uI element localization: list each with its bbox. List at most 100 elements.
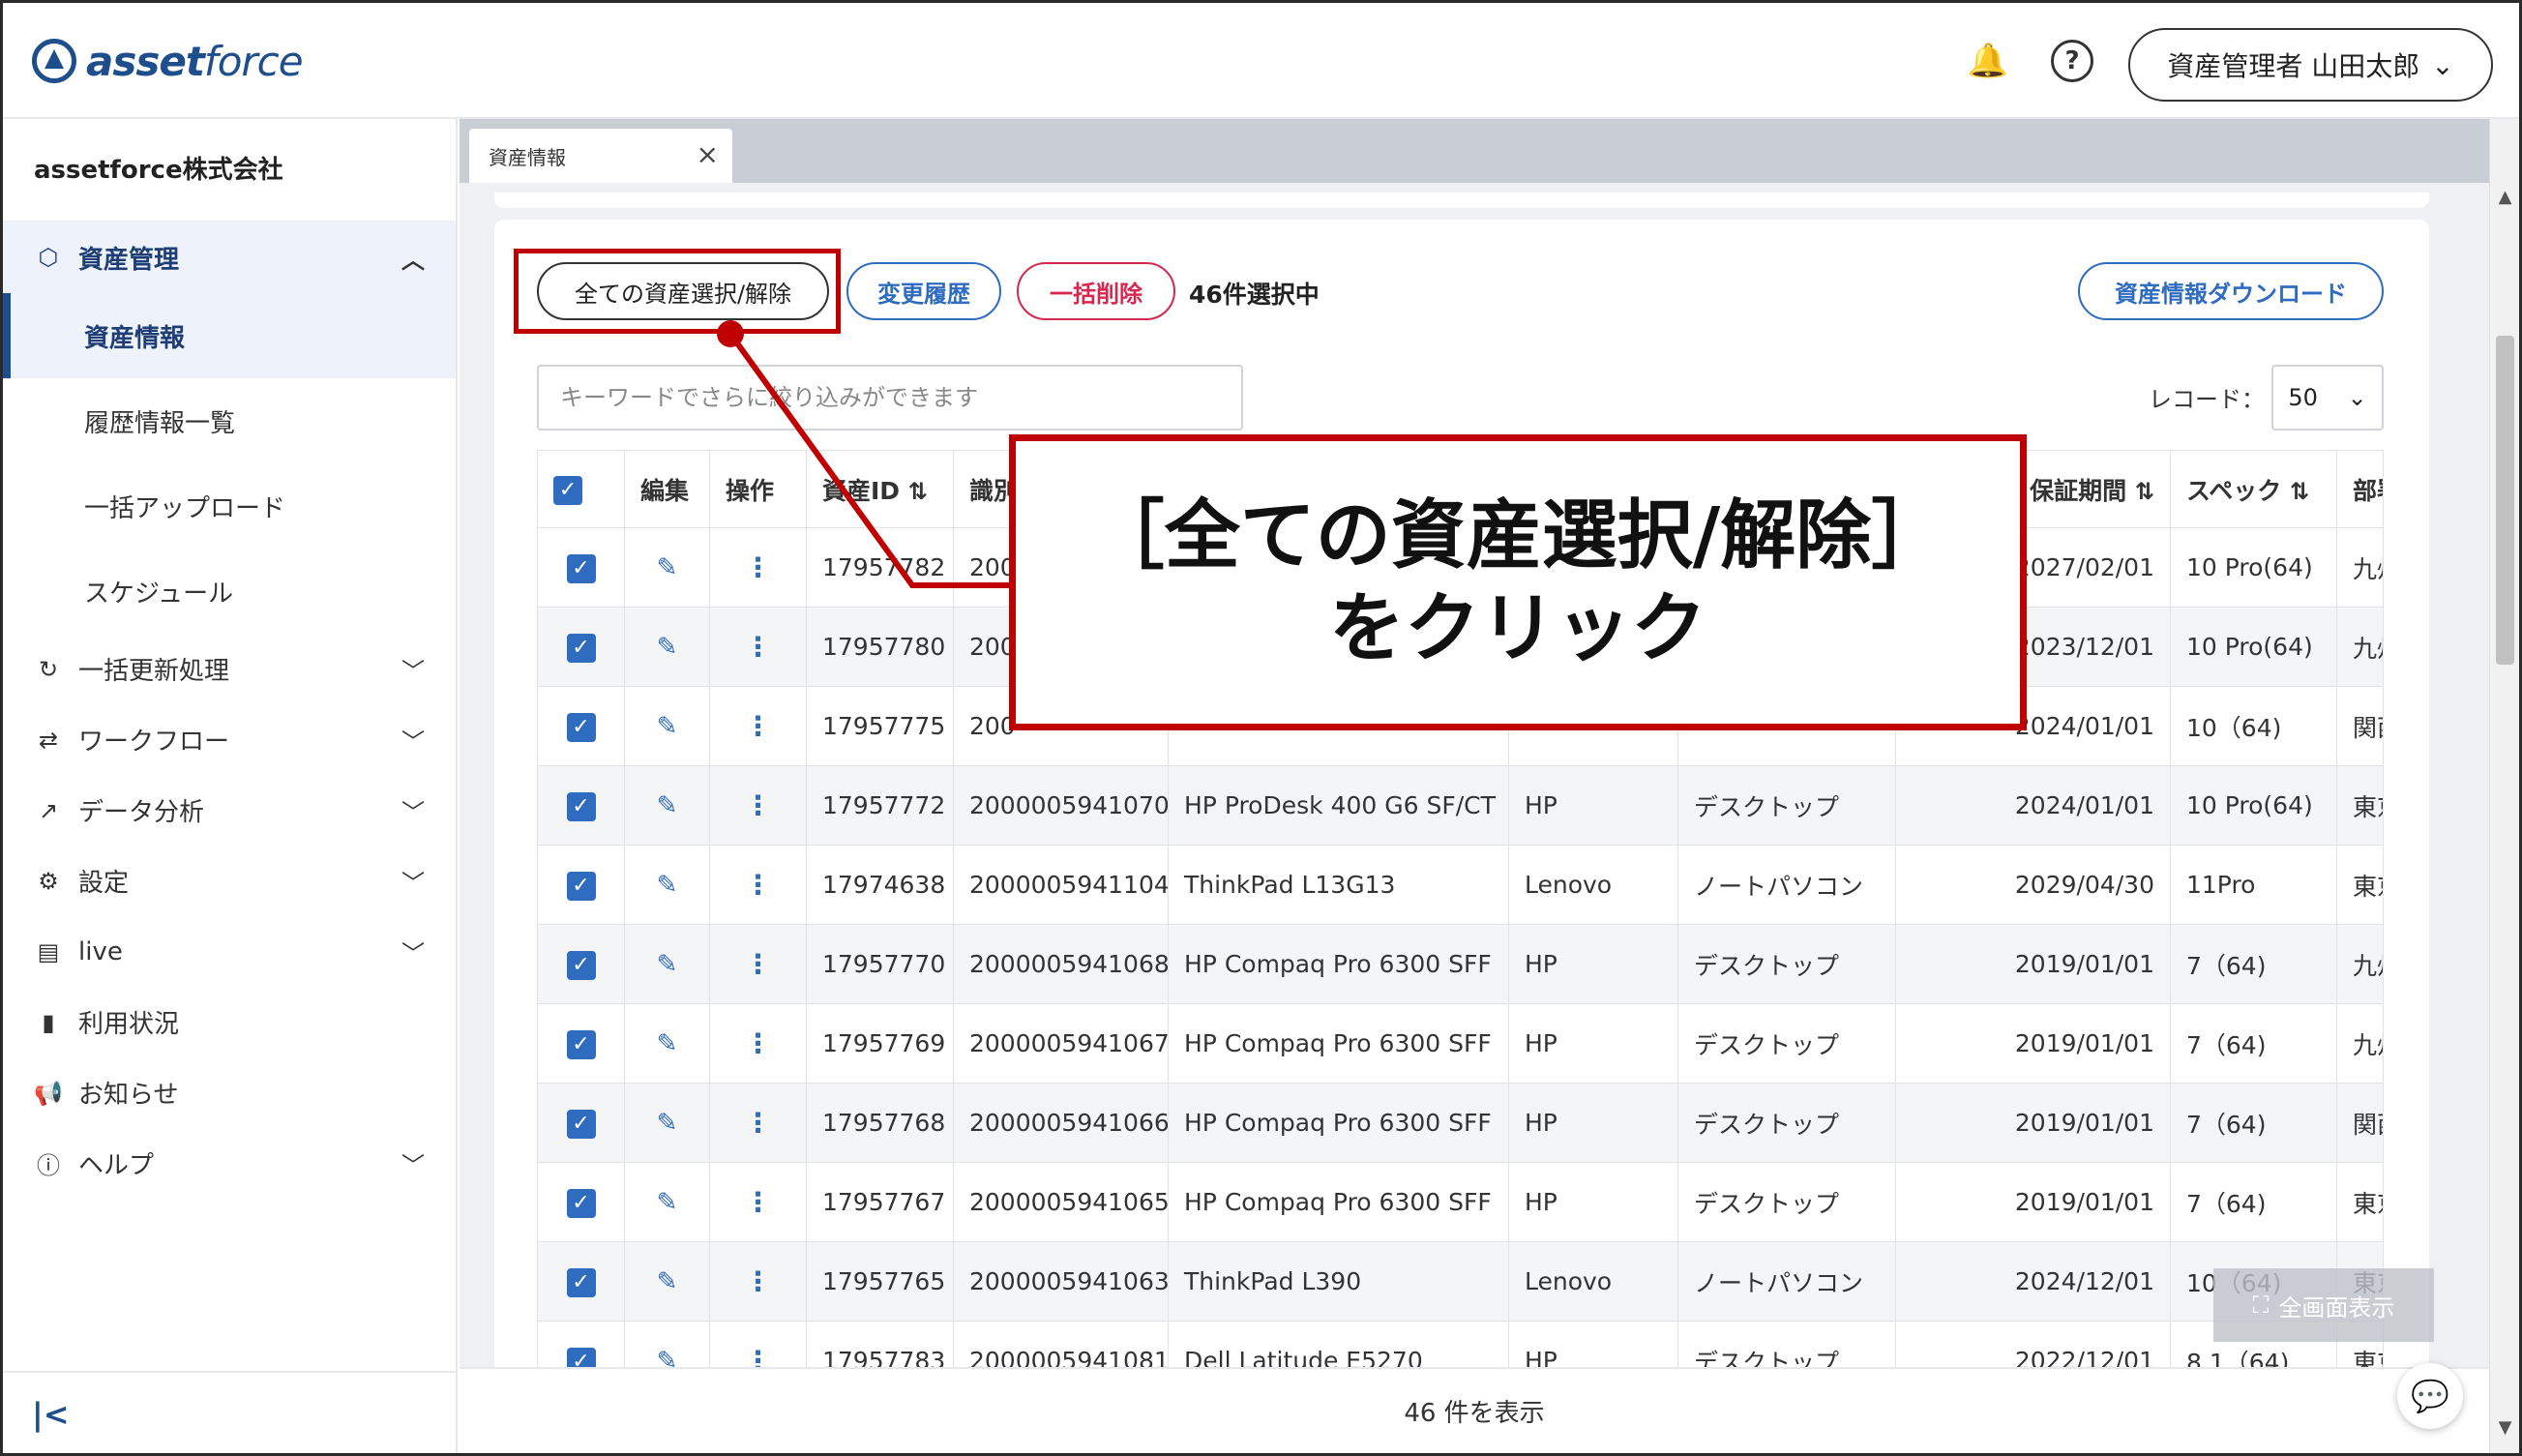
sort-icon: ⇅: [2289, 477, 2310, 505]
more-options-icon[interactable]: ⋮: [709, 845, 807, 925]
cell-department: 東京: [2336, 845, 2384, 925]
edit-icon[interactable]: ✎: [624, 527, 710, 608]
download-button[interactable]: 資産情報ダウンロード: [2078, 262, 2384, 320]
cell-model: ThinkPad L390: [1168, 1241, 1509, 1322]
sidebar-group-bulk-update[interactable]: ↻ 一括更新処理 ﹀: [3, 634, 456, 704]
edit-icon[interactable]: ✎: [624, 607, 710, 687]
user-menu-button[interactable]: 資産管理者 山田太郎 ⌄: [2128, 28, 2493, 102]
more-options-icon[interactable]: ⋮: [709, 1162, 807, 1242]
scrollbar-thumb[interactable]: [2496, 336, 2514, 665]
cell-warranty: 2019/01/01: [1895, 924, 2171, 1004]
cell-department: 関西: [2336, 1083, 2384, 1163]
tab-asset-info[interactable]: 資産情報 ×: [469, 129, 732, 183]
cell-spec: 11Pro: [2170, 845, 2337, 925]
cell-warranty: 2024/01/01: [1895, 765, 2171, 846]
annotation-callout: ［全ての資産選択/解除］ をクリック: [1009, 434, 2027, 730]
header-checkbox[interactable]: ✓: [537, 450, 625, 528]
cell-identifier: 2000005941067: [953, 1003, 1169, 1084]
row-checkbox[interactable]: ✓: [537, 845, 625, 925]
row-checkbox[interactable]: ✓: [537, 686, 625, 766]
more-options-icon[interactable]: ⋮: [709, 1083, 807, 1163]
row-checkbox[interactable]: ✓: [537, 924, 625, 1004]
more-options-icon[interactable]: ⋮: [709, 686, 807, 766]
company-name: assetforce株式会社: [3, 119, 456, 222]
top-header: assetforce 🔔 ? 資産管理者 山田太郎 ⌄: [3, 3, 2519, 119]
more-options-icon[interactable]: ⋮: [709, 527, 807, 608]
cell-category: ノートパソコン: [1677, 1241, 1896, 1322]
row-checkbox[interactable]: ✓: [537, 607, 625, 687]
more-options-icon[interactable]: ⋮: [709, 765, 807, 846]
row-checkbox[interactable]: ✓: [537, 527, 625, 608]
cell-maker: HP: [1508, 1162, 1678, 1242]
sidebar-item-usage[interactable]: ▮ 利用状況: [3, 987, 456, 1057]
edit-icon[interactable]: ✎: [624, 924, 710, 1004]
logo[interactable]: assetforce: [32, 32, 304, 90]
sidebar-item-asset-info[interactable]: 資産情報: [3, 293, 456, 378]
sidebar-group-help[interactable]: ⓘ ヘルプ ﹀: [3, 1128, 456, 1199]
edit-icon[interactable]: ✎: [624, 1083, 710, 1163]
chat-icon[interactable]: 💬: [2397, 1363, 2463, 1429]
cell-identifier: 2000005941104: [953, 845, 1169, 925]
scroll-up-icon[interactable]: ▲: [2490, 187, 2519, 216]
chevron-down-icon: ﹀: [401, 870, 425, 897]
bulk-delete-button[interactable]: 一括削除: [1017, 262, 1175, 320]
edit-icon[interactable]: ✎: [624, 1241, 710, 1322]
bell-icon[interactable]: 🔔: [1967, 40, 2009, 82]
edit-icon[interactable]: ✎: [624, 1003, 710, 1084]
cell-maker: HP: [1508, 1083, 1678, 1163]
cell-spec: 7（64): [2170, 924, 2337, 1004]
table-row: ✓ ✎ ⋮ 17957769 2000005941067 HP Compaq Pro 63…: [537, 1003, 2384, 1084]
edit-icon[interactable]: ✎: [624, 845, 710, 925]
cell-maker: Lenovo: [1508, 845, 1678, 925]
fullscreen-button[interactable]: ⛶ 全画面表示: [2213, 1268, 2434, 1342]
sidebar-item-schedule[interactable]: スケジュール: [3, 549, 456, 634]
record-count-select[interactable]: 50 ⌄: [2271, 365, 2384, 431]
selected-count: 46件選択中: [1189, 281, 1320, 309]
edit-icon[interactable]: ✎: [624, 765, 710, 846]
cell-maker: HP: [1508, 1003, 1678, 1084]
expand-icon: ⛶: [2252, 1292, 2270, 1319]
sidebar-group-workflow[interactable]: ⇄ ワークフロー ﹀: [3, 704, 456, 775]
collapse-sidebar-icon[interactable]: |<: [32, 1396, 70, 1433]
app-window: assetforce 🔔 ? 資産管理者 山田太郎 ⌄ assetforce株式…: [0, 0, 2522, 1456]
sidebar-item-history-list[interactable]: 履歴情報一覧: [3, 378, 456, 463]
scroll-down-icon[interactable]: ▼: [2490, 1417, 2519, 1446]
change-history-button[interactable]: 変更履歴: [846, 262, 1001, 320]
tab-bar: 資産情報 ×: [460, 119, 2489, 183]
edit-icon[interactable]: ✎: [624, 1162, 710, 1242]
sidebar-group-settings[interactable]: ⚙ 設定 ﹀: [3, 846, 456, 916]
more-options-icon[interactable]: ⋮: [709, 924, 807, 1004]
help-circle-icon[interactable]: ?: [2051, 40, 2093, 82]
row-checkbox[interactable]: ✓: [537, 1162, 625, 1242]
sidebar-item-bulk-upload[interactable]: 一括アップロード: [3, 463, 456, 549]
sort-icon: ⇅: [907, 477, 928, 505]
col-header[interactable]: スペック ⇅: [2170, 450, 2337, 528]
cell-asset-id: 17957767: [806, 1162, 954, 1242]
cell-identifier: 2000005941070: [953, 765, 1169, 846]
table-row: ✓ ✎ ⋮ 17957770 2000005941068 HP Compaq Pro 63…: [537, 924, 2384, 1004]
cell-category: デスクトップ: [1677, 1162, 1896, 1242]
cell-model: HP ProDesk 400 G6 SF/CT: [1168, 765, 1509, 846]
edit-icon[interactable]: ✎: [624, 686, 710, 766]
sidebar-group-live[interactable]: ▤ live ﹀: [3, 916, 456, 987]
close-icon[interactable]: ×: [697, 138, 719, 170]
help-icon: ⓘ: [37, 1152, 60, 1179]
cell-department: 東京: [2336, 765, 2384, 846]
col-header: 操作: [709, 450, 807, 528]
chevron-up-icon: ︿: [401, 246, 425, 274]
col-header[interactable]: 資産ID ⇅: [806, 450, 954, 528]
more-options-icon[interactable]: ⋮: [709, 1003, 807, 1084]
search-input[interactable]: キーワードでさらに絞り込みができます: [537, 365, 1243, 431]
sidebar-item-notices[interactable]: 📢 お知らせ: [3, 1057, 456, 1128]
more-options-icon[interactable]: ⋮: [709, 1241, 807, 1322]
row-checkbox[interactable]: ✓: [537, 765, 625, 846]
cell-identifier: 2000005941066: [953, 1083, 1169, 1163]
sidebar-group-asset-management[interactable]: ⬡ 資産管理 ︿: [3, 222, 456, 293]
row-checkbox[interactable]: ✓: [537, 1003, 625, 1084]
sidebar-group-data-analysis[interactable]: ↗ データ分析 ﹀: [3, 775, 456, 846]
more-options-icon[interactable]: ⋮: [709, 607, 807, 687]
cell-identifier: 2000005941065: [953, 1162, 1169, 1242]
row-checkbox[interactable]: ✓: [537, 1241, 625, 1322]
scrollbar[interactable]: ▲ ▼: [2489, 119, 2519, 1453]
row-checkbox[interactable]: ✓: [537, 1083, 625, 1163]
